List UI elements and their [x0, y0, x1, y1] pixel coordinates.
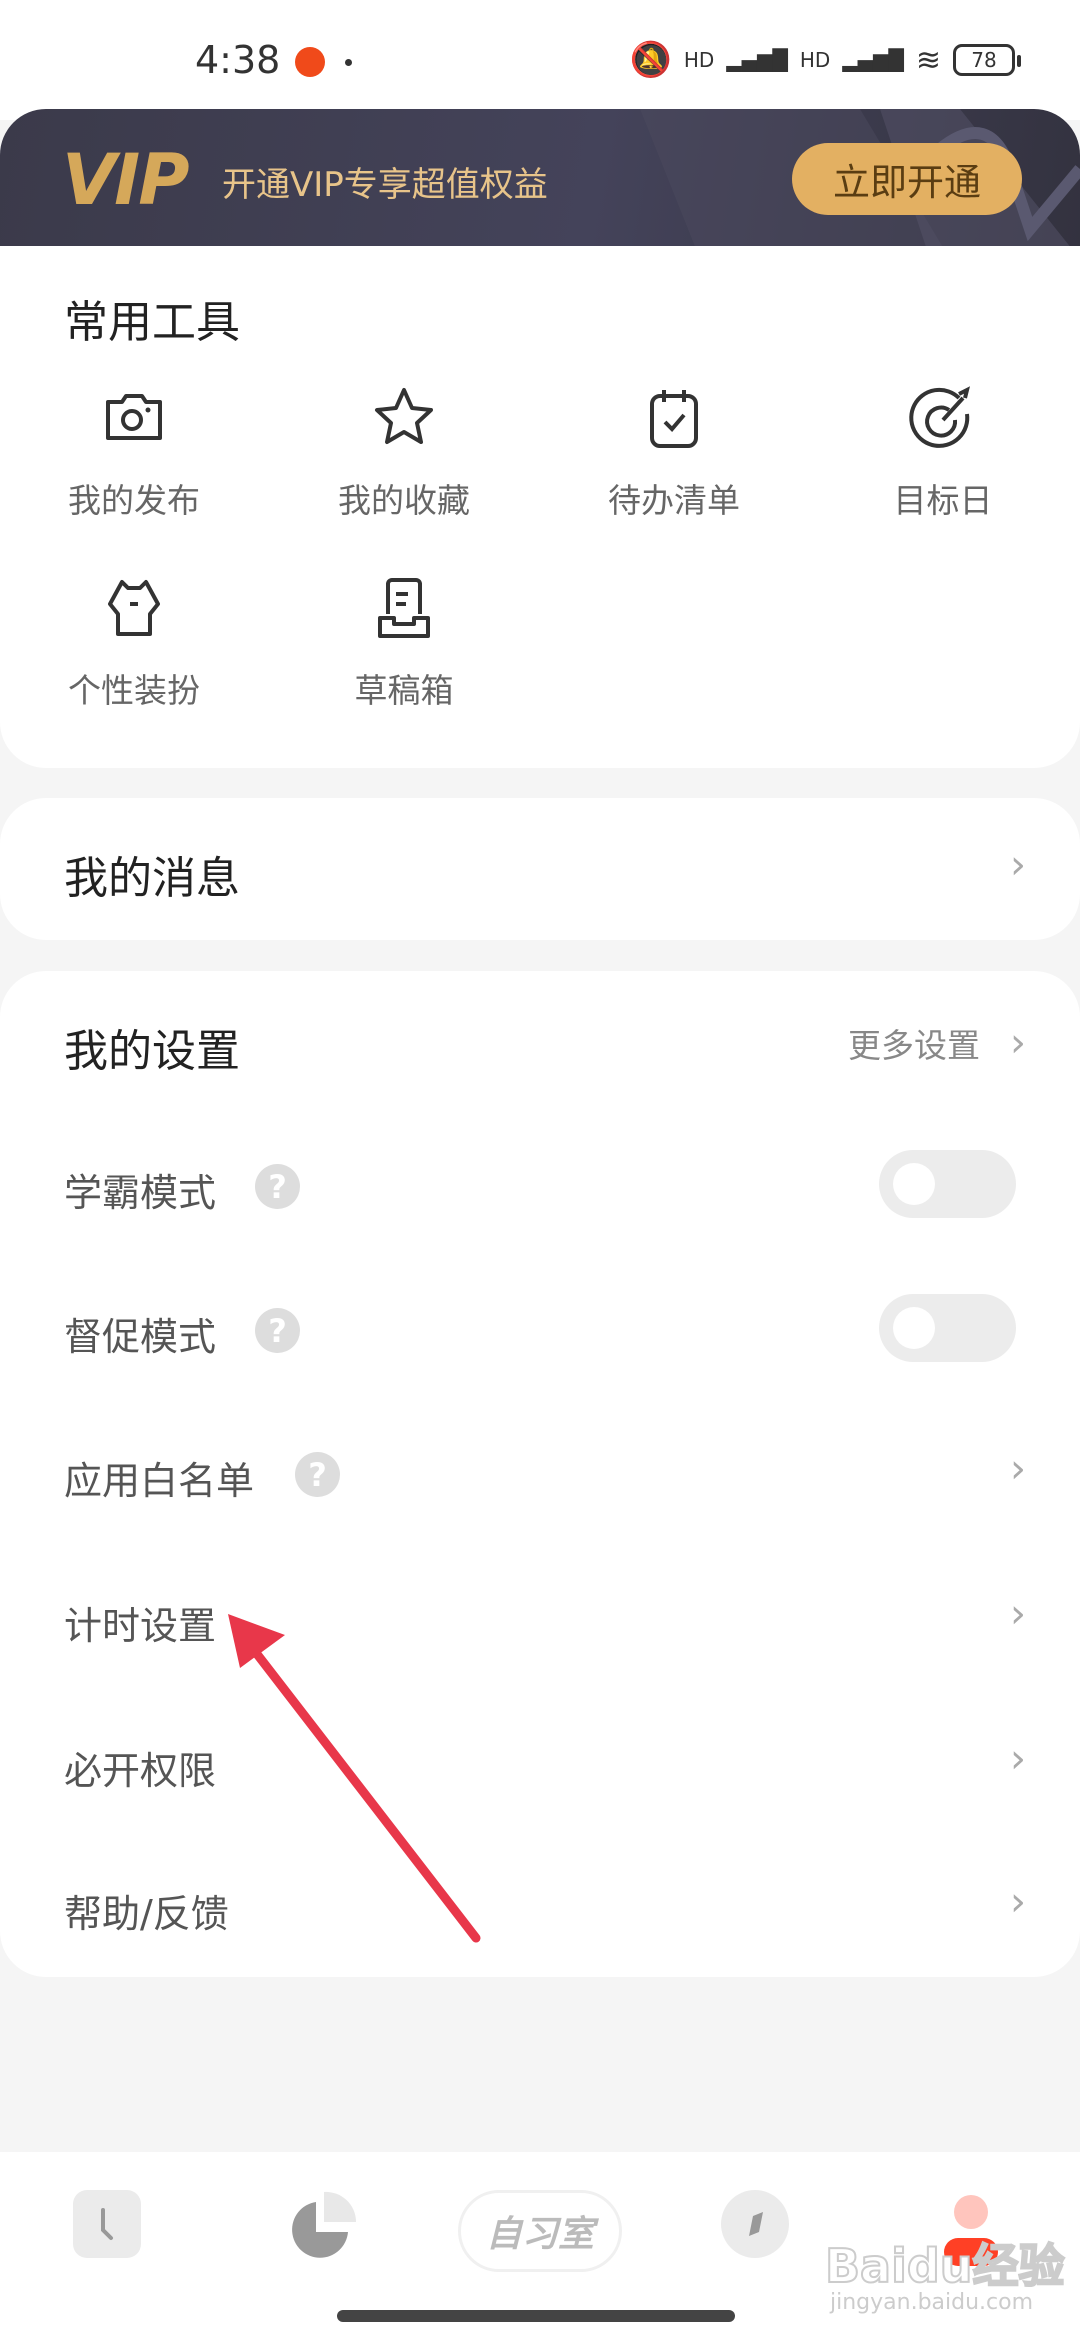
settings-title: 我的设置 — [64, 1026, 240, 1077]
watermark-url: jingyan.baidu.com — [830, 2290, 1034, 2315]
more-settings-link[interactable]: 更多设置 › — [848, 1019, 1026, 1067]
shirt-icon — [108, 580, 160, 636]
status-icons: 🔕 HD ▂▄▆█ HD ▂▄▆█ ≋ 78 — [629, 40, 1021, 80]
tool-label: 个性装扮 — [68, 671, 200, 710]
camera-icon — [106, 394, 162, 440]
messages-title: 我的消息 — [64, 853, 240, 904]
status-time: 4:38 — [195, 38, 281, 82]
row-label: 必开权限 — [64, 1749, 217, 1793]
tool-label: 草稿箱 — [354, 671, 454, 710]
help-icon[interactable]: ? — [295, 1452, 340, 1497]
settings-row-study-mode: 学霸模式 ? — [0, 1134, 1080, 1234]
common-tools-card: 常用工具 我的发布 我的收藏 待办清单 目标日 个性装扮 草稿箱 — [0, 246, 1080, 768]
more-settings-label: 更多设置 — [848, 1026, 980, 1065]
app-notification-icon — [295, 47, 325, 77]
vip-logo: VIP — [62, 139, 190, 221]
tool-label: 我的收藏 — [338, 481, 470, 520]
vip-banner[interactable]: VIP 开通VIP专享超值权益 立即开通 — [0, 109, 1080, 259]
battery-icon: 78 — [953, 44, 1021, 76]
home-indicator[interactable] — [337, 2310, 735, 2322]
settings-row-app-whitelist[interactable]: 应用白名单 ? › — [0, 1422, 1080, 1522]
row-label: 计时设置 — [64, 1604, 217, 1648]
open-vip-button[interactable]: 立即开通 — [792, 143, 1022, 215]
mute-bell-icon: 🔕 — [629, 40, 672, 80]
nav-study-room[interactable]: 自习室 — [458, 2190, 622, 2272]
star-icon — [375, 388, 433, 444]
settings-row-timer-settings[interactable]: 计时设置 › — [0, 1567, 1080, 1667]
nav-statistics[interactable] — [286, 2190, 358, 2262]
clock-icon — [101, 2208, 113, 2240]
signal-icon: HD — [683, 48, 715, 72]
row-label: 学霸模式 — [64, 1171, 217, 1215]
row-label: 帮助/反馈 — [64, 1892, 229, 1936]
nav-discover[interactable] — [721, 2190, 789, 2258]
status-bar: 4:38 🔕 HD ▂▄▆█ HD ▂▄▆█ ≋ 78 — [0, 0, 1080, 120]
tool-dress-up[interactable]: 个性装扮 — [34, 574, 234, 712]
row-label: 督促模式 — [64, 1315, 217, 1359]
calendar-check-icon — [650, 390, 698, 448]
pie-chart-icon — [292, 2191, 357, 2258]
chevron-right-icon: › — [1010, 1446, 1026, 1492]
tool-favorites[interactable]: 我的收藏 — [304, 384, 504, 522]
signal-bars-icon-2: ▂▄▆█ — [842, 48, 904, 72]
chevron-right-icon: › — [1010, 842, 1026, 888]
my-settings-card: 我的设置 更多设置 › 学霸模式 ? 督促模式 ? 应用白名单 ? › 计时设置… — [0, 971, 1080, 1977]
study-mode-toggle[interactable] — [879, 1150, 1016, 1218]
chevron-right-icon: › — [1010, 1591, 1026, 1637]
wifi-icon: ≋ — [915, 42, 941, 78]
settings-row-supervise-mode: 督促模式 ? — [0, 1278, 1080, 1378]
more-notifications-dot — [345, 59, 352, 66]
compass-icon — [749, 2212, 763, 2236]
draft-box-icon — [378, 578, 430, 638]
tool-label: 我的发布 — [68, 481, 200, 520]
tool-drafts[interactable]: 草稿箱 — [304, 574, 504, 712]
help-icon[interactable]: ? — [255, 1164, 300, 1209]
supervise-mode-toggle[interactable] — [879, 1294, 1016, 1362]
tools-title: 常用工具 — [64, 297, 240, 348]
signal-bars-icon: ▂▄▆█ — [726, 48, 788, 72]
tool-goal-day[interactable]: 目标日 — [843, 384, 1043, 522]
tool-my-posts[interactable]: 我的发布 — [34, 384, 234, 522]
chevron-right-icon: › — [1010, 1879, 1026, 1925]
help-icon[interactable]: ? — [255, 1308, 300, 1353]
baidu-watermark: Baidu经验 — [824, 2238, 1066, 2294]
signal-icon-2: HD — [799, 48, 831, 72]
chevron-right-icon: › — [1010, 1736, 1026, 1782]
vip-promo-text: 开通VIP专享超值权益 — [222, 165, 548, 205]
tool-todo[interactable]: 待办清单 — [574, 384, 774, 522]
chevron-right-icon: › — [1010, 1020, 1026, 1066]
row-label: 应用白名单 — [64, 1459, 255, 1503]
settings-row-help-feedback[interactable]: 帮助/反馈 › — [0, 1855, 1080, 1955]
target-icon — [909, 386, 970, 448]
my-messages-row[interactable]: 我的消息 › — [0, 798, 1080, 940]
tool-label: 待办清单 — [608, 481, 740, 520]
settings-row-permissions[interactable]: 必开权限 › — [0, 1712, 1080, 1812]
tool-label: 目标日 — [893, 481, 993, 520]
nav-timer[interactable] — [73, 2190, 141, 2258]
